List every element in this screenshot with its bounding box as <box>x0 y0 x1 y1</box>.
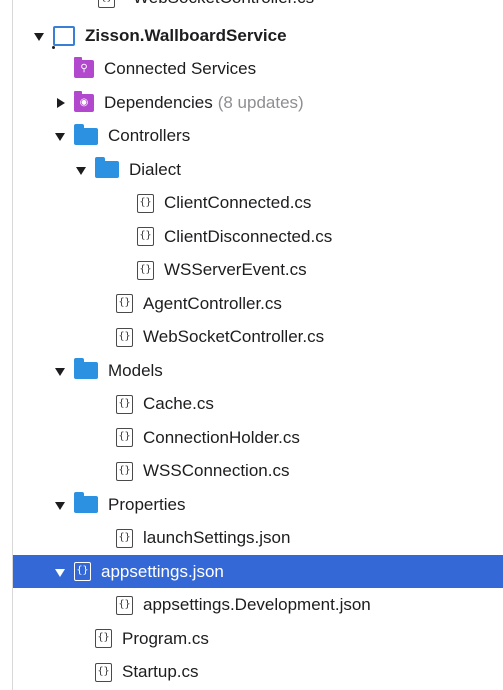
tree-row-label: Models <box>108 360 163 380</box>
tree-row-label: appsettings.json <box>101 561 224 581</box>
pane-left-border <box>0 0 13 690</box>
code-file-icon: {} <box>95 629 112 648</box>
connected-services-icon: ⚲ <box>74 57 94 78</box>
folder-icon <box>74 123 98 145</box>
tree-row-dialect[interactable]: Dialect <box>13 153 503 186</box>
code-file-icon: {} <box>116 461 133 481</box>
tree-row-label: ConnectionHolder.cs <box>143 427 300 447</box>
disclosure-expanded-icon[interactable] <box>75 164 87 176</box>
disclosure-expanded-icon[interactable] <box>33 30 45 42</box>
folder-icon <box>95 157 119 178</box>
tree-row-appsettings-dev[interactable]: {} appsettings.Development.json <box>13 589 503 622</box>
tree-row-label: launchSettings.json <box>143 528 291 547</box>
tree-row-connection-holder[interactable]: {} ConnectionHolder.cs <box>13 421 503 454</box>
tree-row-label: Controllers <box>108 126 191 145</box>
disclosure-expanded-icon[interactable] <box>54 130 66 142</box>
code-file-icon: {} <box>116 595 133 615</box>
code-file-icon: {} <box>137 260 154 280</box>
disclosure-expanded-icon[interactable] <box>54 566 66 578</box>
tree-row-dependencies[interactable]: ◉ Dependencies (8 updates) <box>13 86 503 119</box>
disclosure-collapsed-icon[interactable] <box>54 97 66 109</box>
csharp-file-icon: {} <box>98 0 115 8</box>
tree-row-client-connected[interactable]: {} ClientConnected.cs <box>13 187 503 220</box>
tree-row-label: Dialect <box>129 159 181 179</box>
code-file-icon: {} <box>116 394 133 414</box>
tree-row-label: Startup.cs <box>122 662 199 681</box>
code-file-icon: {} <box>116 294 133 313</box>
tree-row-label: ClientConnected.cs <box>164 193 312 212</box>
tree-row-label: Connected Services <box>104 59 257 78</box>
updates-count-label: (8 updates) <box>217 92 304 112</box>
code-file-icon: {} <box>137 227 154 246</box>
tree-row-websocket-controller[interactable]: {} WebSocketController.cs <box>13 321 503 354</box>
tree-row-label: Zisson.WallboardService <box>85 25 287 45</box>
dependencies-icon: ◉ <box>74 90 94 112</box>
folder-icon <box>74 492 98 513</box>
project-icon <box>52 25 75 49</box>
code-file-icon: {} <box>95 662 112 682</box>
tree-row-cache[interactable]: {} Cache.cs <box>13 388 503 421</box>
tree-row-project[interactable]: Zisson.WallboardService <box>13 19 503 52</box>
tree-row-label: Program.cs <box>122 628 209 648</box>
code-file-icon: {} <box>74 562 91 581</box>
tree-row-label: appsettings.Development.json <box>143 595 371 614</box>
tree-row-agent-controller[interactable]: {} AgentController.cs <box>13 287 503 320</box>
tree-row-wsserver-event[interactable]: {} WSServerEvent.cs <box>13 254 503 287</box>
tree-row-program[interactable]: {} Program.cs <box>13 622 503 655</box>
tree-row-label: Cache.cs <box>143 394 214 413</box>
code-file-icon: {} <box>116 428 133 447</box>
solution-explorer-pane: {} WebSocketController.cs Zisson.Wallboa… <box>0 0 503 690</box>
tree-row-properties[interactable]: Properties <box>13 488 503 521</box>
tree-row-launch-settings[interactable]: {} launchSettings.json <box>13 522 503 555</box>
tree-row-label: WSSConnection.cs <box>143 461 290 480</box>
code-file-icon: {} <box>116 528 133 548</box>
tree-row-label: WebSocketController.cs <box>143 327 325 346</box>
partial-tree-row[interactable]: {} WebSocketController.cs <box>98 0 314 9</box>
code-file-icon: {} <box>137 193 154 213</box>
tree-row-startup[interactable]: {} Startup.cs <box>13 656 503 689</box>
tree-row-label: Dependencies <box>104 92 213 112</box>
tree-row-wss-connection[interactable]: {} WSSConnection.cs <box>13 455 503 488</box>
tree-row-controllers[interactable]: Controllers <box>13 120 503 153</box>
tree-row-label: ClientDisconnected.cs <box>164 226 333 246</box>
partial-row-label: WebSocketController.cs <box>133 0 314 8</box>
tree-row-client-disconnected[interactable]: {} ClientDisconnected.cs <box>13 220 503 253</box>
tree-row-appsettings[interactable]: {} appsettings.json <box>13 555 503 588</box>
disclosure-expanded-icon[interactable] <box>54 365 66 377</box>
tree-row-label: WSServerEvent.cs <box>164 260 307 279</box>
disclosure-expanded-icon[interactable] <box>54 499 66 511</box>
tree-row-label: Properties <box>108 494 186 514</box>
tree-row-connected-services[interactable]: ⚲ Connected Services <box>13 53 503 86</box>
tree-row-label: AgentController.cs <box>143 293 282 313</box>
code-file-icon: {} <box>116 327 133 347</box>
folder-icon <box>74 358 98 379</box>
tree-row-models[interactable]: Models <box>13 354 503 387</box>
